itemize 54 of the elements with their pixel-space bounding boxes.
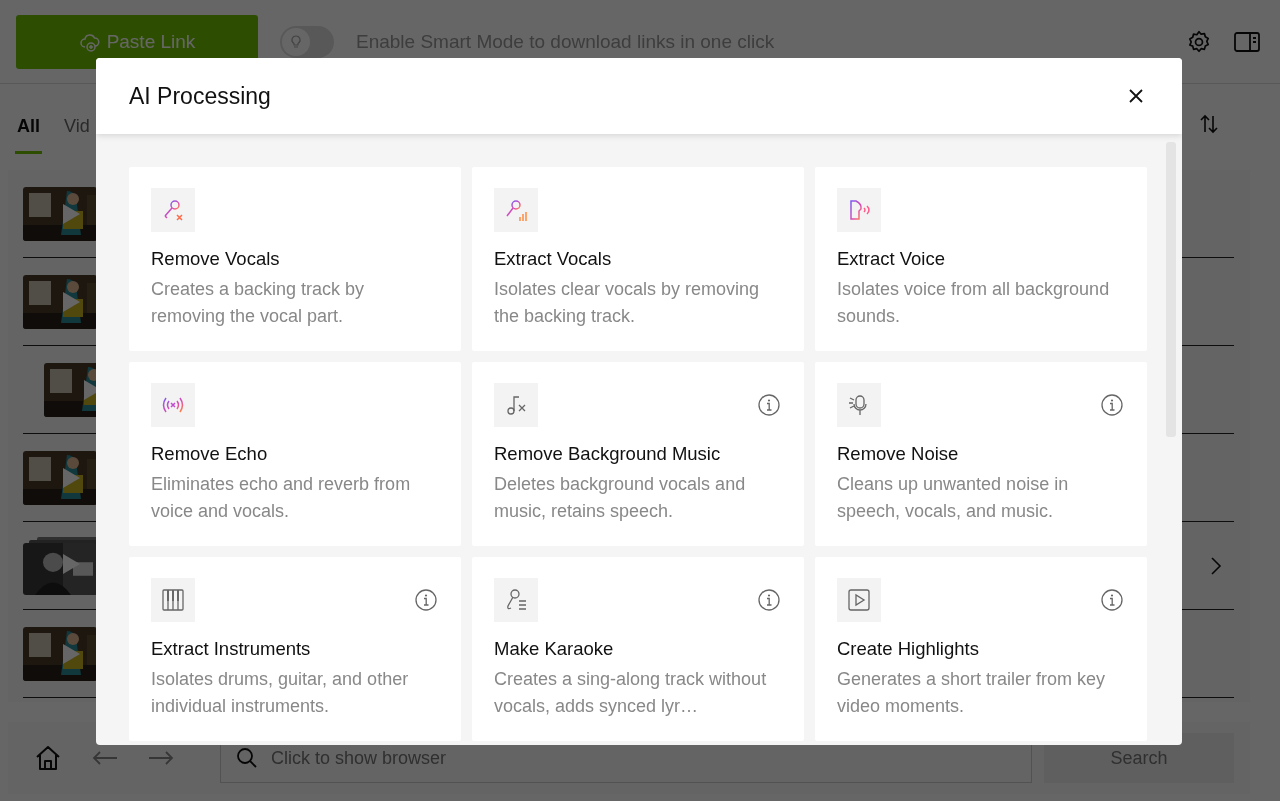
tool-description: Eliminates echo and reverb from voice and vocals.: [151, 473, 412, 523]
tool-card[interactable]: Extract Vocals Isolates clear vocals by removing the backing track.: [472, 167, 804, 351]
tool-title: Extract Voice: [837, 248, 946, 270]
tool-title: Remove Background Music: [494, 443, 722, 465]
info-icon[interactable]: [1101, 394, 1123, 416]
tool-description: Creates a sing-along track without vocals, adds synced lyr…: [494, 668, 768, 718]
tool-title: Remove Noise: [837, 443, 960, 465]
tool-description: Generates a short trailer from key video moments.: [837, 668, 1107, 718]
info-icon[interactable]: [1101, 589, 1123, 611]
info-icon[interactable]: [758, 589, 780, 611]
tool-title: Extract Vocals: [494, 248, 613, 270]
tool-icon: [151, 188, 195, 232]
forward-arrow-icon[interactable]: [148, 750, 174, 766]
tool-description: Cleans up unwanted noise in speech, vocals, and music.: [837, 473, 1070, 523]
tool-title: Make Karaoke: [494, 638, 615, 660]
tool-icon: [494, 188, 538, 232]
chevron-right-icon[interactable]: [1210, 555, 1222, 576]
tool-title: Extract Instruments: [151, 638, 312, 660]
tool-card[interactable]: Extract Voice Isolates voice from all background sounds.: [815, 167, 1147, 351]
tool-title: Remove Vocals: [151, 248, 281, 270]
tool-icon: [837, 578, 881, 622]
settings-icon[interactable]: [1186, 28, 1212, 55]
tool-card[interactable]: Remove Noise Cleans up unwanted noise in speech, vocals, and music.: [815, 362, 1147, 546]
info-icon[interactable]: [758, 394, 780, 416]
tool-icon: [151, 383, 195, 427]
dialog-title: AI Processing: [129, 82, 271, 110]
tool-icon: [837, 188, 881, 232]
search-icon: [236, 747, 258, 769]
tool-description: Deletes background vocals and music, retains speech.: [494, 473, 747, 523]
tool-card[interactable]: Remove Background Music Deletes background vocals and music, retains speech.: [472, 362, 804, 546]
tool-icon: [837, 383, 881, 427]
home-icon[interactable]: [34, 744, 62, 772]
tool-card[interactable]: Create Highlights Generates a short trailer from key video moments.: [815, 557, 1147, 741]
tool-title: Create Highlights: [837, 638, 980, 660]
back-arrow-icon[interactable]: [92, 750, 118, 766]
tool-card[interactable]: Make Karaoke Creates a sing-along track without vocals, adds synced lyr…: [472, 557, 804, 741]
tool-card[interactable]: Extract Instruments Isolates drums, guitar, and other individual instruments.: [129, 557, 461, 741]
tool-title: Remove Echo: [151, 443, 269, 465]
tool-description: Isolates drums, guitar, and other individual instruments.: [151, 668, 410, 718]
tool-description: Creates a backing track by removing the vocal part.: [151, 278, 366, 328]
lightbulb-icon: [289, 34, 303, 49]
tool-icon: [151, 578, 195, 622]
filter-tab[interactable]: All: [15, 116, 42, 154]
panel-icon[interactable]: [1234, 30, 1260, 53]
info-icon[interactable]: [415, 589, 437, 611]
tool-icon: [494, 383, 538, 427]
smart-mode-toggle[interactable]: [280, 25, 334, 58]
tool-card[interactable]: Remove Echo Eliminates echo and reverb from voice and vocals.: [129, 362, 461, 546]
sort-icon[interactable]: [1198, 113, 1220, 135]
tool-card[interactable]: Remove Vocals Creates a backing track by removing the vocal part.: [129, 167, 461, 351]
tool-description: Isolates clear vocals by removing the backing track.: [494, 278, 761, 328]
close-icon[interactable]: [1128, 88, 1144, 104]
tool-description: Isolates voice from all background sounds.: [837, 278, 1111, 328]
tool-icon: [494, 578, 538, 622]
